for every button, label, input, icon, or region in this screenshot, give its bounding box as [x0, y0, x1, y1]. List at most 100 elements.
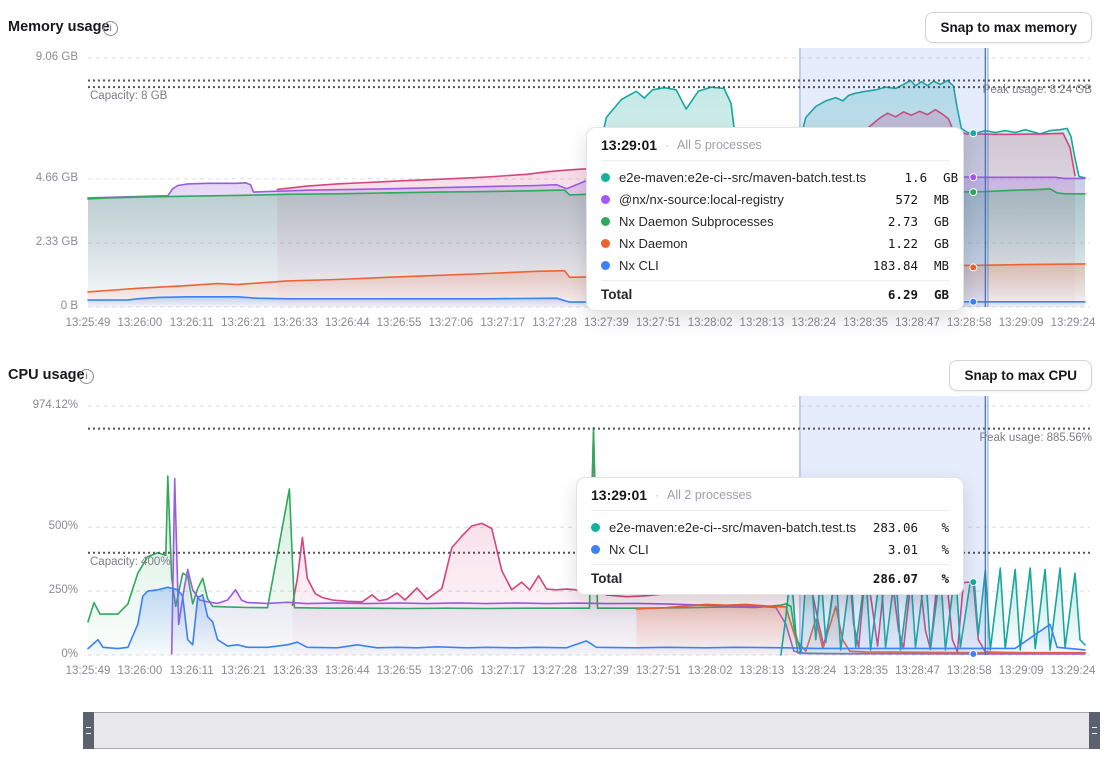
x-axis-tick: 13:26:44 — [325, 665, 370, 677]
x-axis-tick: 13:26:11 — [170, 665, 214, 677]
hover-dot — [970, 298, 977, 305]
cpu-usage-panel: CPU usage i Snap to max CPU 974.12% 500% 2… — [0, 348, 1118, 693]
x-axis-tick: 13:26:11 — [170, 317, 214, 329]
total-label: Total — [591, 571, 857, 586]
x-axis-tick: 13:26:33 — [273, 317, 318, 329]
process-unit: % — [927, 542, 949, 557]
hover-dot — [970, 189, 977, 196]
tooltip-separator: · — [655, 488, 659, 502]
x-axis-tick: 13:25:49 — [66, 665, 111, 677]
y-axis-tick: 4.66 GB — [0, 172, 78, 184]
x-axis-tick: 13:28:47 — [895, 317, 940, 329]
timeline-brush[interactable] — [83, 712, 1100, 749]
x-axis-tick: 13:28:58 — [947, 665, 992, 677]
x-axis-tick: 13:26:33 — [273, 665, 318, 677]
series-dot — [601, 173, 610, 182]
series-dot — [591, 545, 600, 554]
x-axis-tick: 13:26:00 — [117, 317, 162, 329]
y-axis-tick: 9.06 GB — [0, 51, 78, 63]
x-axis-tick: 13:27:17 — [480, 317, 525, 329]
tooltip-header: 13:29:01 · All 5 processes — [601, 128, 949, 160]
x-axis-tick: 13:28:35 — [843, 665, 888, 677]
process-unit: MB — [927, 192, 949, 207]
tooltip-row: e2e-maven:e2e-ci--src/maven-batch.test.t… — [601, 166, 949, 188]
x-axis-tick: 13:29:09 — [999, 665, 1044, 677]
x-axis-tick: 13:26:21 — [221, 317, 266, 329]
brush-handle-right[interactable] — [1089, 712, 1100, 749]
process-name: Nx Daemon — [619, 236, 857, 251]
tooltip-row: e2e-maven:e2e-ci--src/maven-batch.test.t… — [591, 516, 949, 538]
hover-dot — [970, 174, 977, 181]
info-icon[interactable]: i — [79, 369, 94, 384]
process-value: 183.84 — [866, 258, 918, 273]
total-value: 286.07 — [866, 571, 918, 586]
process-unit: MB — [927, 258, 949, 273]
y-axis-tick: 974.12% — [0, 399, 78, 411]
process-value: 1.22 — [866, 236, 918, 251]
tooltip-total-row: Total 286.07 % — [591, 564, 949, 594]
total-unit: % — [927, 571, 949, 586]
grip-icon — [1092, 727, 1097, 734]
y-axis-tick: 500% — [0, 520, 78, 532]
tooltip-total-row: Total 6.29 GB — [601, 280, 949, 310]
snap-to-max-cpu-button[interactable]: Snap to max CPU — [949, 360, 1092, 391]
process-value: 3.01 — [866, 542, 918, 557]
x-axis-tick: 13:27:17 — [480, 665, 525, 677]
process-name: @nx/nx-source:local-registry — [619, 192, 857, 207]
y-axis-tick: 0% — [0, 648, 78, 660]
x-axis-tick: 13:25:49 — [66, 317, 111, 329]
total-value: 6.29 — [866, 287, 918, 302]
peak-usage-label: Peak usage: 885.56% — [979, 432, 1092, 444]
memory-usage-panel: Memory usage i Snap to max memory 9.06 G… — [0, 0, 1118, 345]
y-axis-tick: 0 B — [0, 300, 78, 312]
process-unit: % — [927, 520, 949, 535]
process-value: 283.06 — [866, 520, 918, 535]
tooltip-row: Nx Daemon 1.22 GB — [601, 232, 949, 254]
x-axis-tick: 13:28:02 — [688, 317, 733, 329]
x-axis-tick: 13:26:55 — [377, 665, 422, 677]
x-axis-tick: 13:26:00 — [117, 665, 162, 677]
tooltip-row: Nx CLI 3.01 % — [591, 538, 949, 560]
x-axis-tick: 13:27:28 — [532, 317, 577, 329]
tooltip-row: Nx Daemon Subprocesses 2.73 GB — [601, 210, 949, 232]
x-axis-tick: 13:26:21 — [221, 665, 266, 677]
hover-dot — [970, 579, 977, 586]
x-axis-tick: 13:28:13 — [740, 317, 785, 329]
capacity-label: Capacity: 8 GB — [90, 90, 167, 102]
x-axis-tick: 13:28:47 — [895, 665, 940, 677]
process-value: 572 — [866, 192, 918, 207]
snap-to-max-memory-button[interactable]: Snap to max memory — [925, 12, 1092, 43]
peak-usage-label: Peak usage: 8.24 GB — [983, 84, 1092, 96]
memory-tooltip: 13:29:01 · All 5 processes e2e-maven:e2e… — [586, 127, 964, 311]
x-axis-tick: 13:27:51 — [636, 317, 681, 329]
process-name: e2e-maven:e2e-ci--src/maven-batch.test.t… — [619, 170, 866, 185]
hover-dot — [970, 651, 977, 658]
process-value: 1.6 — [875, 170, 927, 185]
x-axis-tick: 13:29:09 — [999, 317, 1044, 329]
x-axis-tick: 13:28:02 — [688, 665, 733, 677]
tooltip-row: Nx CLI 183.84 MB — [601, 254, 949, 276]
process-name: Nx CLI — [619, 258, 857, 273]
total-unit: GB — [927, 287, 949, 302]
x-axis-tick: 13:26:44 — [325, 317, 370, 329]
x-axis-tick: 13:27:51 — [636, 665, 681, 677]
x-axis-tick: 13:28:24 — [791, 665, 836, 677]
series-dot — [601, 195, 610, 204]
process-unit: GB — [927, 236, 949, 251]
x-axis-tick: 13:29:24 — [1051, 317, 1096, 329]
series-dot — [601, 217, 610, 226]
x-axis-tick: 13:27:28 — [532, 665, 577, 677]
tooltip-subtitle: All 2 processes — [667, 488, 752, 502]
y-axis-tick: 250% — [0, 584, 78, 596]
cpu-tooltip: 13:29:01 · All 2 processes e2e-maven:e2e… — [576, 477, 964, 595]
tooltip-separator: · — [665, 138, 669, 152]
cpu-chart-title: CPU usage — [8, 367, 85, 383]
series-dot — [601, 261, 610, 270]
tooltip-header: 13:29:01 · All 2 processes — [591, 478, 949, 510]
info-icon[interactable]: i — [103, 21, 118, 36]
tooltip-subtitle: All 5 processes — [677, 138, 762, 152]
brush-handle-left[interactable] — [83, 712, 94, 749]
x-axis-tick: 13:29:24 — [1051, 665, 1096, 677]
x-axis-tick: 13:27:06 — [429, 665, 474, 677]
process-value: 2.73 — [866, 214, 918, 229]
